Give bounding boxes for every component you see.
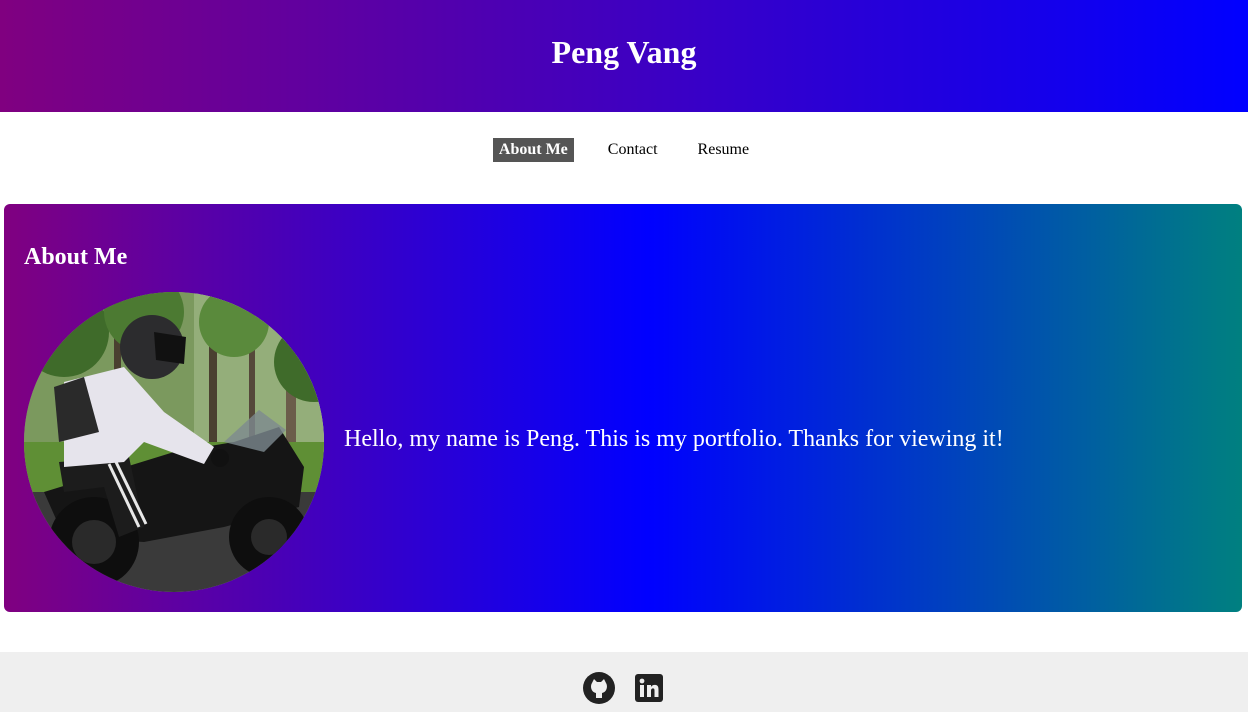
intro-text: Hello, my name is Peng. This is my portf… bbox=[344, 426, 1004, 452]
nav-about-me[interactable]: About Me bbox=[492, 138, 574, 162]
site-footer bbox=[0, 652, 1248, 712]
about-heading: About Me bbox=[24, 244, 128, 270]
profile-photo bbox=[24, 292, 324, 592]
about-section: About Me Hello, my name is Peng. This is… bbox=[4, 204, 1242, 612]
nav-resume[interactable]: Resume bbox=[692, 138, 756, 162]
nav-contact[interactable]: Contact bbox=[602, 138, 664, 162]
profile-photo-image bbox=[24, 292, 324, 592]
linkedin-icon[interactable] bbox=[633, 672, 665, 712]
github-icon[interactable] bbox=[583, 672, 615, 712]
site-title: Peng Vang bbox=[551, 33, 697, 70]
site-header: Peng Vang bbox=[0, 0, 1248, 112]
main-nav: About Me Contact Resume bbox=[0, 112, 1248, 188]
